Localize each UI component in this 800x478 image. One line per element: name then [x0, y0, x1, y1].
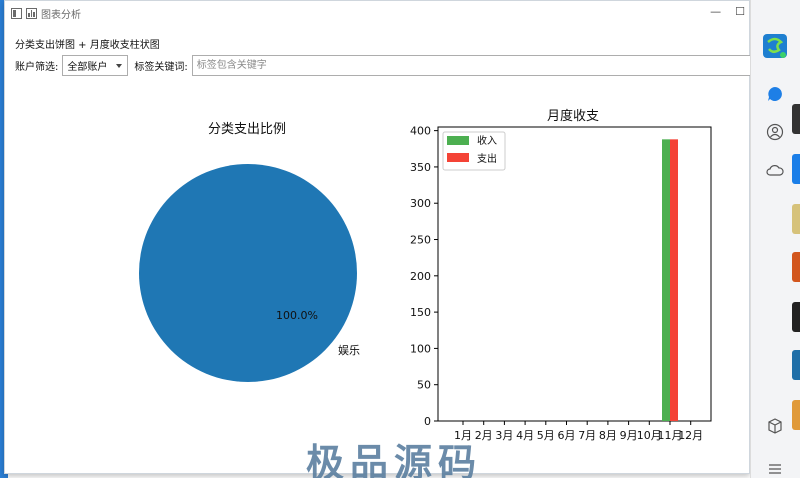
- x-tick-label: 8月: [599, 429, 617, 442]
- menu-icon[interactable]: [761, 455, 789, 478]
- y-tick-label: 300: [410, 197, 431, 210]
- filter-bar: 账户筛选: 全部账户 标签关键词:: [15, 54, 755, 76]
- account-filter-select[interactable]: 全部账户: [62, 54, 129, 76]
- thumbnail[interactable]: [792, 154, 800, 184]
- legend-label-expense: 支出: [477, 152, 497, 165]
- chevron-down-icon: [116, 63, 123, 68]
- y-tick-label: 0: [424, 415, 431, 428]
- y-tick-label: 200: [410, 270, 431, 283]
- window-title: 图表分析: [41, 9, 81, 21]
- y-tick-label: 50: [417, 379, 431, 392]
- pie-pct-label: 100.0%: [276, 309, 318, 322]
- bar-series: [662, 139, 678, 421]
- legend-swatch-expense: [447, 153, 469, 162]
- page-header: 分类支出饼图 + 月度收支柱状图: [15, 40, 160, 51]
- tag-keyword-input[interactable]: [191, 54, 755, 76]
- watermark-text: 极品源码: [306, 441, 483, 478]
- thumbnail[interactable]: [792, 204, 800, 234]
- minimize-button[interactable]: —: [710, 5, 721, 18]
- app-logo-icon[interactable]: [761, 32, 789, 60]
- x-tick-label: 12月: [678, 429, 703, 442]
- bar-expense: [670, 139, 678, 421]
- bar-chart-title: 月度收支: [547, 108, 599, 124]
- bar-chart-icon: [26, 7, 37, 19]
- thumbnail[interactable]: [792, 302, 800, 332]
- thumbnail[interactable]: [792, 104, 800, 134]
- x-tick-label: 7月: [578, 429, 596, 442]
- cube-icon[interactable]: [761, 412, 789, 440]
- legend-label-income: 收入: [477, 134, 497, 147]
- pie-slice: [139, 164, 357, 382]
- thumbnail[interactable]: [792, 350, 800, 380]
- chart-analysis-window: 图表分析 — ☐ 分类支出饼图 + 月度收支柱状图 账户筛选: 全部账户 标签关…: [4, 0, 755, 474]
- x-tick-label: 6月: [558, 429, 576, 442]
- x-tick-label: 9月: [620, 429, 638, 442]
- x-axis: 1月 2月 3月 4月 5月 6月 7月 8月 9月 10月11月12月: [454, 421, 703, 442]
- chart-legend: 收入 支出: [442, 131, 506, 171]
- person-icon[interactable]: [761, 118, 789, 146]
- app-window-icon: [11, 7, 22, 19]
- bar-chart: 月度收支 0 50 100 150 200 250 300 350 400 1月 2月 3月 4月 5月…: [410, 108, 712, 442]
- x-tick-label: 4月: [516, 429, 534, 442]
- y-axis: 0 50 100 150 200 250 300 350 400: [410, 125, 438, 428]
- pie-chart: 分类支出比例 100.0% 娱乐: [139, 122, 360, 382]
- pie-category-label: 娱乐: [338, 343, 360, 357]
- y-tick-label: 350: [410, 161, 431, 174]
- x-tick-label: 5月: [537, 429, 555, 442]
- y-tick-label: 100: [410, 342, 431, 355]
- conversation-thumbnails: [792, 0, 800, 478]
- y-tick-label: 250: [410, 234, 431, 247]
- chat-bubble-icon[interactable]: [761, 80, 789, 108]
- y-tick-label: 150: [410, 306, 431, 319]
- thumbnail[interactable]: [792, 252, 800, 282]
- pie-chart-title: 分类支出比例: [208, 122, 286, 137]
- x-tick-label: 3月: [495, 429, 513, 442]
- charts-canvas: 分类支出比例 100.0% 娱乐 月度收支 0 50 100 150 200 250 300…: [139, 108, 712, 442]
- tag-keyword-label: 标签关键词:: [134, 61, 188, 73]
- maximize-button[interactable]: ☐: [735, 5, 745, 18]
- y-tick-label: 400: [410, 125, 431, 138]
- account-filter-label: 账户筛选:: [15, 61, 59, 73]
- title-bar: 图表分析 — ☐: [5, 1, 749, 25]
- bar-income: [662, 139, 670, 421]
- thumbnail[interactable]: [792, 400, 800, 430]
- legend-swatch-income: [447, 136, 469, 145]
- cloud-icon[interactable]: [761, 156, 789, 184]
- account-filter-value: 全部账户: [67, 61, 108, 73]
